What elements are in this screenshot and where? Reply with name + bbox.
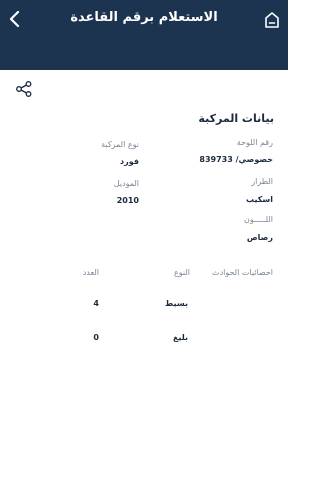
share-icon xyxy=(16,81,32,97)
share-button[interactable] xyxy=(15,80,33,98)
accidents-label: احصائيات الحوادث xyxy=(212,268,273,277)
color-value: رصاص xyxy=(246,233,273,242)
row-type: بليغ xyxy=(173,333,188,342)
plate-value: خصوصي/ 839733 xyxy=(199,155,273,164)
row-type: بسيط xyxy=(165,299,188,308)
color-label: اللـــــون xyxy=(243,215,273,224)
page-title: الاستعلام برقم القاعدة xyxy=(70,10,218,25)
home-icon xyxy=(265,12,279,28)
model-value: اسكيب xyxy=(246,195,273,204)
make-label: نوع المركبة xyxy=(101,140,139,149)
vehicle-section-title: بيانات المركبة xyxy=(198,112,274,125)
row-count: 0 xyxy=(93,333,99,342)
model-label: الطراز xyxy=(251,177,273,186)
plate-label: رقم اللوحة xyxy=(236,138,273,147)
row-count: 4 xyxy=(93,299,99,308)
home-button[interactable] xyxy=(264,11,280,29)
year-label: الموديل xyxy=(113,179,139,188)
year-value: 2010 xyxy=(116,196,139,205)
app-header: الاستعلام برقم القاعدة xyxy=(0,0,288,70)
column-header-type: النوع xyxy=(174,268,190,277)
column-header-count: العدد xyxy=(82,268,99,277)
make-value: فورد xyxy=(120,157,139,166)
